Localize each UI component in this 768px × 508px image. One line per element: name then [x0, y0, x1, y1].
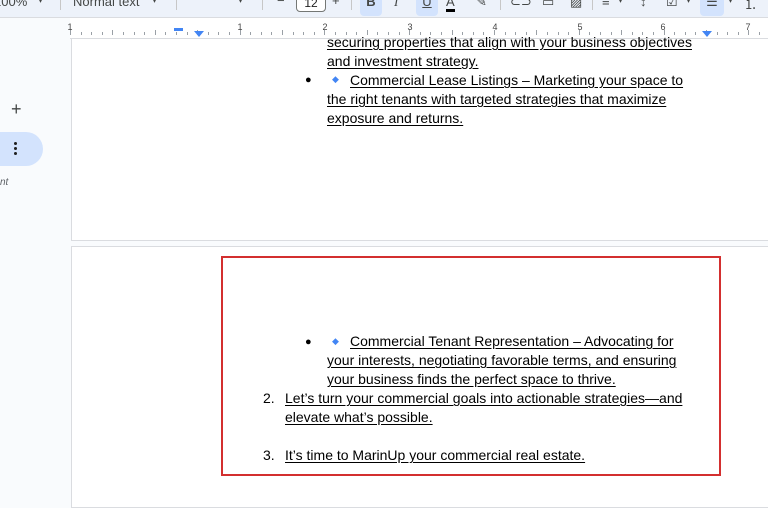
line-spacing-icon[interactable]: ↕: [640, 0, 647, 9]
ruler-tick: [229, 32, 230, 35]
chevron-down-icon[interactable]: ▾: [38, 0, 43, 6]
left-indent-marker[interactable]: [194, 31, 204, 37]
document-page-1[interactable]: securing properties that align with your…: [71, 34, 768, 241]
toolbar-divider: [351, 0, 352, 10]
minus-icon[interactable]: −: [277, 0, 285, 8]
toolbar-divider: [262, 0, 263, 10]
ruler-tick: [695, 32, 697, 35]
bulleted-list-icon[interactable]: ☰: [700, 0, 724, 16]
ruler-tick: [324, 30, 326, 35]
highlighter-icon[interactable]: ✎: [476, 0, 487, 10]
ruler-tick: [716, 32, 718, 35]
ruler-tick: [91, 32, 93, 35]
list-item-text: the right tenants with targeted strategi…: [327, 91, 667, 107]
diamond-bullet-icon: ◆: [332, 74, 339, 84]
ruler-tick: [218, 32, 220, 35]
toolbar-divider: [592, 0, 593, 10]
numbered-list-icon[interactable]: ⒈: [744, 0, 757, 13]
ruler-tick: [165, 32, 167, 35]
ruler-tick: [748, 30, 750, 35]
active-tab[interactable]: [0, 132, 43, 166]
ruler-tick: [80, 32, 82, 35]
ruler-tick: [123, 32, 124, 35]
plus-icon[interactable]: +: [332, 0, 340, 8]
list-item-text: exposure and returns.: [327, 110, 464, 126]
ruler-tick: [727, 32, 729, 35]
body-text-line: and investment strategy.: [327, 53, 479, 69]
tab-label: nt: [0, 177, 9, 188]
ruler-tick: [144, 32, 146, 35]
ruler-tick: [313, 32, 315, 35]
bullet-marker: ●: [305, 74, 312, 86]
italic-icon[interactable]: I: [394, 0, 398, 10]
chevron-down-icon[interactable]: ▾: [238, 0, 243, 6]
checklist-icon[interactable]: ☑: [666, 0, 678, 10]
ruler-tick: [271, 32, 273, 35]
underline-icon[interactable]: U: [416, 0, 438, 16]
toolbar-divider: [176, 0, 177, 10]
chevron-down-icon[interactable]: ▾: [728, 0, 733, 6]
ruler-tick: [759, 32, 760, 35]
bold-icon[interactable]: B: [360, 0, 382, 16]
toolbar-divider: [500, 0, 501, 10]
add-tab-button[interactable]: +: [11, 100, 22, 118]
ruler-tick: [176, 32, 177, 35]
first-line-indent-marker[interactable]: [174, 28, 183, 31]
ruler-tick: [282, 30, 283, 35]
formatting-toolbar: 100% ▾ Normal text ▾ ▾ − 12 + B I U A ✎ …: [0, 0, 768, 18]
ruler-tick: [303, 32, 305, 35]
ruler-tick: [260, 32, 262, 35]
ruler-tick: [101, 32, 103, 35]
ruler-tick: [186, 32, 188, 35]
ruler-tick: [154, 30, 156, 35]
document-tabs-panel: + nt: [0, 38, 70, 496]
ruler-tick: [737, 32, 739, 35]
more-options-icon[interactable]: [14, 142, 18, 157]
ruler-tick: [70, 30, 71, 35]
toolbar-divider: [60, 0, 61, 10]
body-text-line: securing properties that align with your…: [327, 34, 692, 50]
comment-icon[interactable]: ▭: [542, 0, 554, 10]
list-item-text: Commercial Lease Listings – Marketing yo…: [350, 72, 684, 88]
ruler-tick: [133, 32, 135, 35]
ruler-tick: [292, 32, 294, 35]
style-select[interactable]: Normal text: [73, 0, 139, 9]
image-icon[interactable]: ▨: [570, 0, 582, 10]
right-indent-marker[interactable]: [702, 31, 712, 37]
ruler-tick: [207, 32, 209, 35]
ruler-tick: [112, 30, 114, 35]
chevron-down-icon[interactable]: ▾: [686, 0, 691, 6]
font-size-input[interactable]: 12: [296, 0, 326, 12]
align-icon[interactable]: ≡: [602, 0, 610, 9]
ruler-tick: [239, 30, 241, 35]
chevron-down-icon[interactable]: ▾: [618, 0, 623, 6]
chevron-down-icon[interactable]: ▾: [152, 0, 157, 6]
text-color-icon[interactable]: A: [446, 0, 455, 12]
zoom-select[interactable]: 100%: [0, 0, 27, 9]
ruler-tick: [250, 32, 252, 35]
highlight-box: [221, 256, 721, 476]
link-icon[interactable]: ⊂⊃: [510, 0, 532, 10]
